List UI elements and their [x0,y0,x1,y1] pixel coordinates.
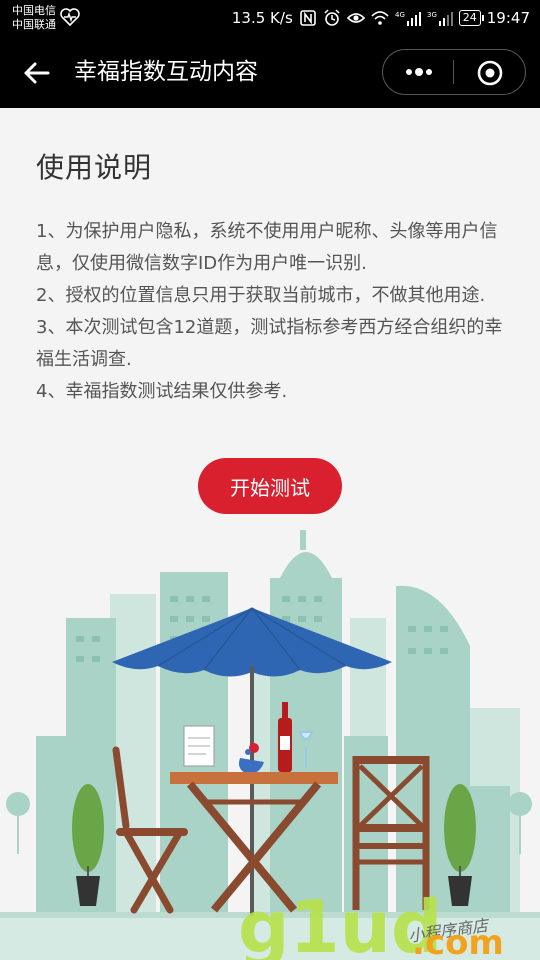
watermark-domain: .com [412,923,504,960]
clock: 19:47 [486,9,530,27]
instruction-item: 1、为保护用户隐私，系统不使用用户昵称、头像等用户信息，仅使用微信数字ID作为用… [36,221,498,274]
city-cafe-illustration: g1ud 小程序商店 .com [0,530,540,960]
capsule-divider [453,60,454,84]
midground-buildings [36,530,510,918]
battery-indicator: 24 [458,10,484,26]
net-4g-label: 4G [395,11,405,19]
wifi-icon [371,11,389,25]
miniprogram-capsule [382,49,526,95]
more-dots-icon[interactable] [393,56,443,88]
network-speed: 13.5 K/s [231,9,293,27]
health-heart-icon [60,8,80,26]
status-right: 13.5 K/s 4G 3G 24 19:47 [232,6,530,30]
signal-3g-icon: 3G [427,11,453,26]
signal-4g-icon: 4G [395,11,421,26]
instructions-list: 1、为保护用户隐私，系统不使用用户昵称、头像等用户信息，仅使用微信数字ID作为用… [36,216,508,408]
section-title: 使用说明 [36,151,153,184]
status-bar: 中国电信 中国联通 13.5 K/s 4G 3G 24 19:47 [0,0,540,36]
carrier-1: 中国电信 [12,4,56,17]
net-3g-label: 3G [427,11,437,19]
instruction-item: 4、幸福指数测试结果仅供参考. [36,381,288,402]
eye-icon [346,13,365,23]
carrier-info: 中国电信 中国联通 [12,4,56,32]
instruction-item: 2、授权的位置信息只用于获取当前城市，不做其他用途. [36,285,486,306]
close-target-icon[interactable] [475,58,505,88]
carrier-2: 中国联通 [12,18,56,31]
instruction-item: 3、本次测试包含12道题，测试指标参考西方经合组织的幸福生活调查. [36,317,503,370]
back-arrow-icon[interactable] [20,56,54,90]
main-content: 使用说明 1、为保护用户隐私，系统不使用用户昵称、头像等用户信息，仅使用微信数字… [0,108,540,960]
nav-bar: 幸福指数互动内容 [0,36,540,108]
nfc-icon [299,10,316,26]
page-title: 幸福指数互动内容 [74,59,258,85]
alarm-icon [324,9,340,26]
start-test-button[interactable]: 开始测试 [198,458,342,514]
